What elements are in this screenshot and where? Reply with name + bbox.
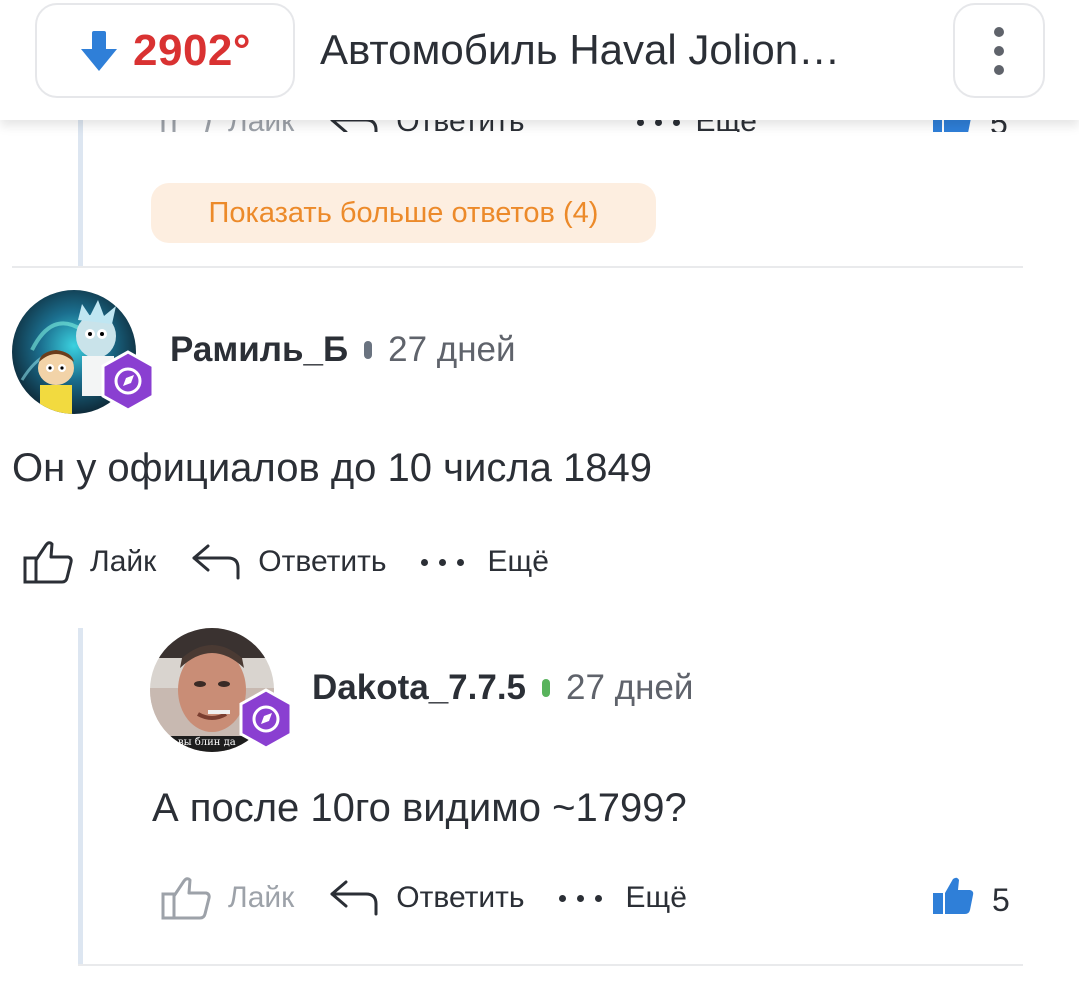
menu-button[interactable] — [953, 3, 1045, 98]
status-dot — [542, 679, 551, 697]
reply-arrow-icon — [190, 542, 242, 582]
avatar-caption: вы блин да — [178, 737, 236, 748]
horizontal-dots-icon — [558, 894, 602, 902]
comment-actions: Лайк Ответить Ещё — [160, 870, 687, 926]
comment-time: 27 дней — [566, 668, 694, 707]
thread-line — [78, 118, 83, 266]
page-title: Автомобиль Haval Jolion… — [320, 26, 841, 73]
status-dot — [364, 341, 373, 359]
rating-count: 5 — [992, 881, 1010, 918]
avatar[interactable] — [12, 290, 155, 414]
horizontal-dots-icon — [420, 558, 464, 566]
thread-line — [78, 628, 83, 966]
thumb-up-outline-icon — [160, 875, 212, 921]
comment-time: 27 дней — [388, 330, 516, 369]
reply-button[interactable]: Ответить — [190, 542, 387, 582]
arrow-down-icon — [79, 29, 119, 73]
more-button[interactable]: Ещё — [558, 881, 687, 915]
like-button[interactable]: Лайк — [22, 539, 156, 585]
comment-actions: Лайк Ответить Ещё — [22, 534, 549, 590]
like-button[interactable]: Лайк — [160, 875, 294, 921]
author-name[interactable]: Dakota_7.7.5 — [312, 668, 526, 708]
avatar[interactable]: вы блин да — [150, 628, 293, 752]
post-rating-button[interactable]: 2902° — [35, 3, 295, 98]
comment-meta: Dakota_7.7.5 27 дней — [312, 668, 693, 708]
comment-meta: Рамиль_Б 27 дней — [170, 330, 516, 370]
compass-icon — [238, 688, 294, 750]
post-rating-value: 2902° — [133, 25, 251, 75]
thumb-up-filled-icon[interactable] — [932, 876, 974, 924]
comment-text: А после 10го видимо ~1799? — [152, 786, 687, 830]
divider — [78, 964, 1023, 966]
divider — [12, 266, 1023, 268]
vertical-dots-icon — [994, 26, 1004, 37]
reply-arrow-icon — [328, 878, 380, 918]
reply-button[interactable]: Ответить — [328, 878, 525, 918]
more-button[interactable]: Ещё — [420, 545, 549, 579]
top-bar: 2902° Автомобиль Haval Jolion… — [0, 0, 1079, 120]
show-more-replies-button[interactable]: Показать больше ответов (4) — [151, 183, 656, 243]
thumb-up-outline-icon — [22, 539, 74, 585]
comment-text: Он у официалов до 10 числа 1849 — [12, 446, 652, 490]
comment-rating: 5 — [932, 876, 1010, 924]
author-name[interactable]: Рамиль_Б — [170, 330, 348, 370]
compass-icon — [100, 350, 156, 412]
